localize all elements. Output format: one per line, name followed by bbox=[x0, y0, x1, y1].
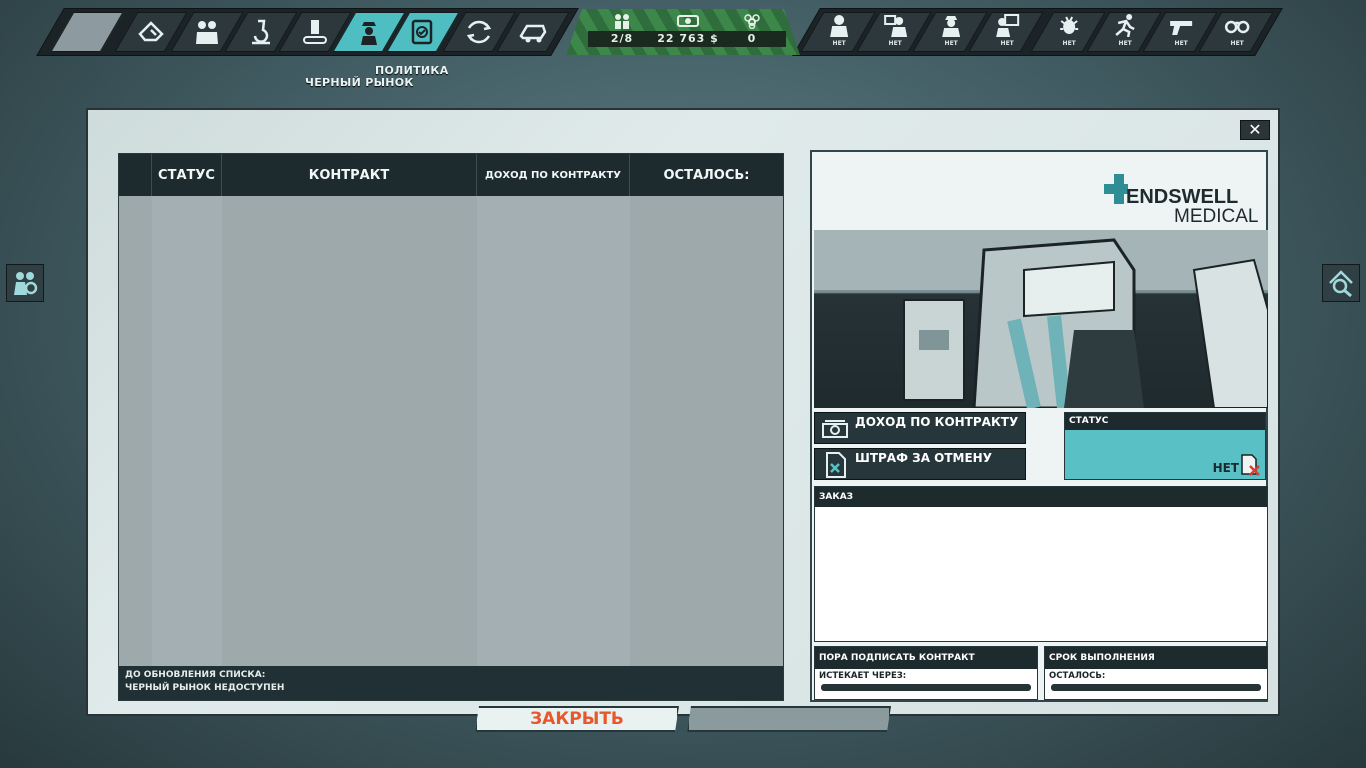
contract-income-button[interactable]: ДОХОД ПО КОНТРАКТУ bbox=[814, 412, 1026, 444]
money-bill-icon bbox=[822, 420, 848, 438]
transport-icon bbox=[519, 24, 547, 43]
deadline-progress-bar bbox=[1051, 684, 1261, 691]
column-income-header[interactable]: ДОХОД ПО КОНТРАКТУ bbox=[477, 154, 630, 196]
worker-slot-icon bbox=[942, 16, 961, 37]
handcuffs-slot-icon bbox=[1224, 20, 1250, 34]
staff-icon bbox=[196, 21, 218, 44]
status-header: СТАТУС bbox=[1065, 413, 1265, 430]
analyst-slot-icon bbox=[996, 14, 1020, 37]
order-header: ЗАКАЗ bbox=[815, 487, 1267, 507]
manager-slot-net: НЕТ bbox=[888, 40, 902, 47]
sign-contract-box: ПОРА ПОДПИСАТЬ КОНТРАКТ ИСТЕКАЕТ ЧЕРЕЗ: bbox=[814, 646, 1038, 700]
rejected-document-icon bbox=[1241, 454, 1260, 476]
cancel-penalty-button[interactable]: ШТРАФ ЗА ОТМЕНУ bbox=[814, 448, 1026, 480]
column-contract-header[interactable]: КОНТРАКТ bbox=[222, 154, 477, 196]
money-amount: 22 763 $ bbox=[654, 13, 722, 47]
doctor-slot-net: НЕТ bbox=[832, 40, 846, 47]
staff-search-icon bbox=[14, 272, 38, 295]
virus-slot-icon bbox=[1060, 16, 1079, 34]
market-unavailable-label: ЧЕРНЫЙ РЫНОК НЕДОСТУПЕН bbox=[125, 683, 285, 693]
table-column-bg bbox=[477, 196, 630, 666]
handcuffs-slot-net: НЕТ bbox=[1230, 40, 1244, 47]
deadline-header: СРОК ВЫПОЛНЕНИЯ bbox=[1045, 647, 1267, 669]
build-search-icon bbox=[1329, 270, 1353, 297]
policy-icon bbox=[411, 19, 433, 45]
column-checkbox-header bbox=[119, 154, 152, 196]
biohazard-count: 0 bbox=[718, 13, 786, 47]
resources-panel: 2/8 22 763 $ 0 bbox=[566, 9, 800, 55]
black-market-icon bbox=[361, 22, 377, 45]
research-icon bbox=[252, 19, 270, 45]
table-column-bg bbox=[152, 196, 222, 666]
order-box: ЗАКАЗ bbox=[814, 486, 1268, 642]
left-side-staff-search-button[interactable] bbox=[6, 264, 44, 302]
close-button[interactable]: ЗАКРЫТЬ bbox=[475, 706, 679, 732]
contract-income-label: ДОХОД ПО КОНТРАКТУ bbox=[855, 415, 1019, 429]
expiry-progress-bar bbox=[821, 684, 1031, 691]
expires-in-label: ИСТЕКАЕТ ЧЕРЕЗ: bbox=[819, 671, 907, 681]
column-remaining-header[interactable]: ОСТАЛОСЬ: bbox=[630, 154, 783, 196]
refresh-label: ДО ОБНОВЛЕНИЯ СПИСКА: bbox=[125, 670, 266, 680]
top-toolbar: ПОЛИТИКА ЧЕРНЫЙ РЫНОК 2/8 22 763 $ 0 НЕТ… bbox=[0, 0, 1366, 89]
build-icon bbox=[138, 21, 164, 42]
analyst-slot-net: НЕТ bbox=[1000, 40, 1014, 47]
staff-count-value: 2/8 bbox=[588, 31, 656, 47]
sign-contract-header: ПОРА ПОДПИСАТЬ КОНТРАКТ bbox=[815, 647, 1037, 669]
runner-slot-icon bbox=[1115, 14, 1135, 38]
people-icon bbox=[615, 14, 629, 29]
worker-slot-net: НЕТ bbox=[944, 40, 958, 47]
table-column-bg bbox=[630, 196, 783, 666]
status-value: НЕТ bbox=[1212, 461, 1239, 475]
deadline-box: СРОК ВЫПОЛНЕНИЯ ОСТАЛОСЬ: bbox=[1044, 646, 1268, 700]
close-window-button[interactable]: ✕ bbox=[1240, 120, 1270, 140]
virus-slot-net: НЕТ bbox=[1062, 40, 1076, 47]
money-value: 22 763 $ bbox=[654, 31, 722, 47]
table-footer: ДО ОБНОВЛЕНИЯ СПИСКА: ЧЕРНЫЙ РЫНОК НЕДОС… bbox=[119, 666, 783, 700]
table-header: СТАТУС КОНТРАКТ ДОХОД ПО КОНТРАКТУ ОСТАЛ… bbox=[119, 154, 783, 196]
gun-slot-net: НЕТ bbox=[1174, 40, 1188, 47]
sign-contract-button-disabled bbox=[687, 706, 891, 732]
table-column-bg bbox=[222, 196, 477, 666]
table-column-bg bbox=[119, 196, 152, 666]
doctor-slot-icon bbox=[830, 15, 849, 37]
contracts-table: СТАТУС КОНТРАКТ ДОХОД ПО КОНТРАКТУ ОСТАЛ… bbox=[118, 153, 784, 701]
production-icon bbox=[303, 20, 327, 44]
biohazard-value: 0 bbox=[718, 31, 786, 47]
contract-illustration bbox=[814, 230, 1268, 408]
black-market-window: ✕ СТАТУС КОНТРАКТ ДОХОД ПО КОНТРАКТУ ОСТ… bbox=[86, 108, 1280, 716]
cancel-penalty-label: ШТРАФ ЗА ОТМЕНУ bbox=[855, 451, 992, 465]
contract-details-panel: ENDSWELL MEDICAL ДОХОД ПО КОНТРАКТУ ШТРА… bbox=[810, 150, 1268, 702]
black-market-tooltip: ЧЕРНЫЙ РЫНОК bbox=[305, 76, 414, 89]
right-side-build-search-button[interactable] bbox=[1322, 264, 1360, 302]
endswell-medical-logo: ENDSWELL MEDICAL bbox=[1100, 160, 1260, 227]
manager-slot-icon bbox=[884, 15, 908, 37]
biohazard-icon bbox=[744, 14, 760, 29]
gun-slot-icon bbox=[1170, 21, 1193, 35]
remaining-label: ОСТАЛОСЬ: bbox=[1049, 671, 1106, 681]
logo-text-line2: MEDICAL bbox=[1174, 206, 1258, 224]
logo-text-line1: ENDSWELL bbox=[1126, 186, 1238, 208]
staff-count: 2/8 bbox=[588, 13, 656, 47]
penalty-document-icon bbox=[826, 452, 846, 478]
logistics-icon bbox=[466, 20, 492, 44]
contract-status-box: СТАТУС НЕТ bbox=[1064, 412, 1266, 480]
runner-slot-net: НЕТ bbox=[1118, 40, 1132, 47]
column-status-header[interactable]: СТАТУС bbox=[152, 154, 222, 196]
money-icon bbox=[677, 15, 699, 27]
